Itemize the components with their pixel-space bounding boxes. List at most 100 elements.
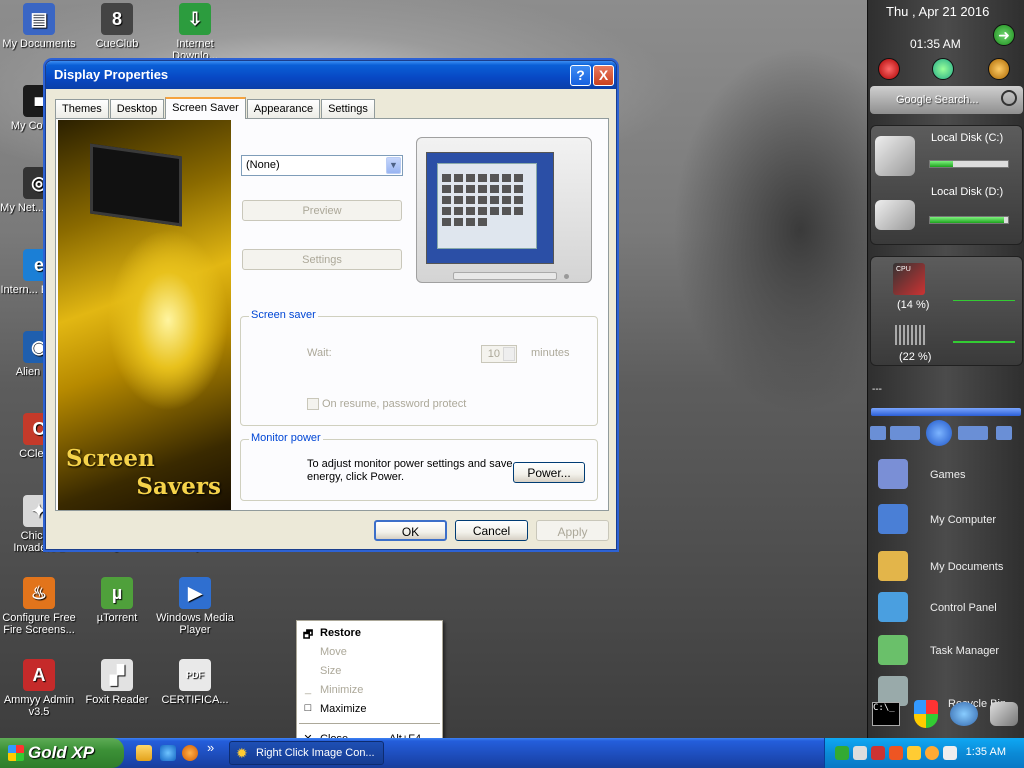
window-title: Display Properties: [54, 67, 169, 82]
desktop-icon-label: CERTIFICA...: [161, 694, 229, 706]
speaker-icon[interactable]: [990, 702, 1018, 726]
menu-item-maximize[interactable]: □ Maximize: [297, 700, 442, 719]
disk-c-bar: [929, 160, 1009, 168]
preview-screen: [426, 152, 554, 264]
desktop-icon[interactable]: ▞ Foxit Reader: [77, 659, 157, 706]
preview-button[interactable]: Preview: [242, 200, 402, 221]
desktop-icon[interactable]: ⇩ Internet Downlo...: [155, 3, 235, 62]
desktop-icon[interactable]: PDF CERTIFICA...: [155, 659, 235, 706]
memory-percent: (22 %): [899, 351, 932, 363]
folder-icon[interactable]: [136, 745, 152, 761]
spinner-arrows-icon[interactable]: [503, 347, 515, 361]
shield-icon[interactable]: [914, 700, 938, 728]
window-titlebar[interactable]: Display Properties ? X: [46, 61, 616, 89]
power-led: [564, 274, 569, 279]
volume-tray-icon[interactable]: [943, 746, 957, 760]
desktop-icon[interactable]: ▶ Windows Media Player: [155, 577, 235, 636]
display-tray-icon[interactable]: [853, 746, 867, 760]
media-seek-bar[interactable]: [871, 408, 1021, 416]
desktop-icon[interactable]: ▤ My Documents: [0, 3, 79, 50]
utorrent-tray-icon[interactable]: [835, 746, 849, 760]
tab-screen-saver[interactable]: Screen Saver: [165, 97, 246, 119]
desktop-icon[interactable]: A Ammyy Admin v3.5: [0, 659, 79, 718]
media-next-icon[interactable]: [958, 426, 988, 440]
menu-item-restore[interactable]: 🗗 Restore: [297, 624, 442, 643]
password-checkbox[interactable]: [307, 398, 319, 410]
cpu-percent: (14 %): [897, 299, 930, 311]
tray-icon[interactable]: [871, 746, 885, 760]
cpu-graph: [953, 285, 1015, 301]
sidebar-item-task-manager[interactable]: Task Manager: [878, 631, 1023, 671]
start-button[interactable]: Gold XP: [0, 738, 124, 768]
wait-label: Wait:: [307, 347, 332, 359]
desktop-app-icon: PDF: [179, 659, 211, 691]
desktop-app-icon: µ: [101, 577, 133, 609]
settings-button[interactable]: Settings: [242, 249, 402, 270]
sidebar-item-my-computer[interactable]: My Computer: [878, 500, 1023, 540]
tab-desktop[interactable]: Desktop: [109, 99, 165, 119]
media-play-icon[interactable]: [926, 420, 952, 446]
monitor-preview: [416, 137, 592, 283]
quicklaunch-chevron[interactable]: »: [207, 740, 214, 755]
desktop-icon[interactable]: 8 CueClub: [77, 3, 157, 50]
network-icon[interactable]: [950, 702, 978, 726]
internet-explorer-icon[interactable]: [160, 745, 176, 761]
desktop-icon-label: My Documents: [2, 38, 76, 50]
help-button[interactable]: ?: [570, 65, 591, 86]
media-stop-icon[interactable]: [870, 426, 886, 440]
shutdown-icon[interactable]: [878, 58, 900, 80]
google-search-box[interactable]: Google Search...: [870, 86, 1023, 114]
tab-strip: Themes Desktop Screen Saver Appearance S…: [55, 97, 376, 119]
tab-themes[interactable]: Themes: [55, 99, 109, 119]
desktop-icon-label: Foxit Reader: [85, 694, 149, 706]
sidebar-item-games[interactable]: Games: [878, 455, 1023, 495]
monitor-power-label: Monitor power: [249, 432, 323, 444]
disk-c-label: Local Disk (C:): [931, 132, 1004, 144]
sidebar-item-control-panel[interactable]: Control Panel: [878, 588, 1023, 628]
drive-c-icon: [875, 136, 915, 176]
ok-button[interactable]: OK: [374, 520, 447, 541]
cancel-button[interactable]: Cancel: [455, 520, 528, 541]
taskbar: Gold XP » ✹ Right Click Image Con... 1:3…: [0, 738, 1024, 768]
restart-icon[interactable]: [932, 58, 954, 80]
antivirus-tray-icon[interactable]: [889, 746, 903, 760]
desktop-icon-label: CueClub: [95, 38, 139, 50]
taskbar-item-right-click-image[interactable]: ✹ Right Click Image Con...: [229, 741, 384, 765]
tab-settings[interactable]: Settings: [321, 99, 375, 119]
memory-graph: [953, 341, 1015, 343]
my-documents-icon: [878, 551, 908, 581]
disk-d-bar: [929, 216, 1009, 224]
media-eject-icon[interactable]: [996, 426, 1012, 440]
menu-item-minimize[interactable]: _ Minimize: [297, 681, 442, 700]
window-context-menu: 🗗RestoreMoveSize_Minimize□Maximize✕Close…: [296, 620, 443, 750]
clock-tray-icon[interactable]: [925, 746, 939, 760]
arrow-right-icon[interactable]: ➜: [993, 24, 1015, 46]
menu-item-move[interactable]: Move: [297, 643, 442, 662]
wait-spinner[interactable]: 10: [481, 345, 517, 363]
logoff-icon[interactable]: [988, 58, 1010, 80]
desktop-icon[interactable]: ♨ Configure Free Fire Screens...: [0, 577, 79, 636]
minimize-icon: _: [304, 683, 312, 695]
security-tray-icon[interactable]: [907, 746, 921, 760]
cpu-gauge-icon: CPU: [893, 263, 925, 295]
media-prev-icon[interactable]: [890, 426, 920, 440]
desktop-icon[interactable]: µ µTorrent: [77, 577, 157, 624]
search-icon[interactable]: [1001, 90, 1017, 106]
power-button[interactable]: Power...: [513, 462, 585, 483]
drive-d-icon: [875, 200, 915, 230]
sidebar-item-my-documents[interactable]: My Documents: [878, 547, 1023, 587]
cmd-icon[interactable]: C:\_: [872, 702, 900, 726]
screensaver-group-label: Screen saver: [249, 309, 318, 321]
chevron-down-icon[interactable]: ▼: [386, 157, 401, 174]
close-button[interactable]: X: [593, 65, 614, 86]
firefox-icon[interactable]: [182, 745, 198, 761]
menu-item-size[interactable]: Size: [297, 662, 442, 681]
desktop-app-icon: ♨: [23, 577, 55, 609]
gadget-sidebar: Thu , Apr 21 2016 01:35 AM ➜ Google Sear…: [867, 0, 1024, 738]
apply-button[interactable]: Apply: [536, 520, 609, 541]
screensaver-select[interactable]: (None) ▼: [241, 155, 403, 176]
taskbar-clock: 1:35 AM: [965, 746, 1006, 758]
screensaver-group: Screen saver Wait: 10 minutes On resume,…: [240, 309, 598, 426]
tab-appearance[interactable]: Appearance: [246, 99, 321, 119]
sidebar-date: Thu , Apr 21 2016: [886, 4, 990, 19]
